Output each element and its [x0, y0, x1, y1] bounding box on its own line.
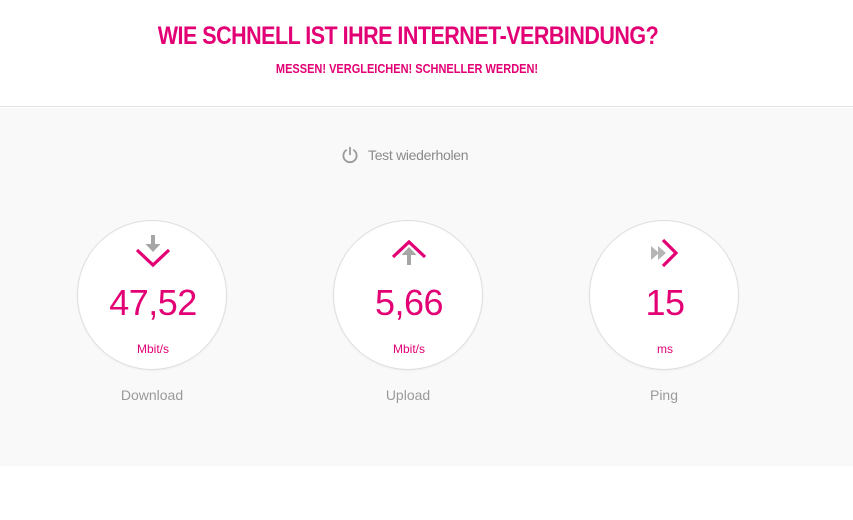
metric-upload: 5,66 Mbit/s Upload	[333, 220, 483, 520]
results-area: Test wiederholen 47,52 Mbit/s Download 5…	[0, 108, 853, 466]
metric-ping: 15 ms Ping	[589, 220, 739, 520]
metric-unit: ms	[657, 342, 673, 356]
metric-value: 47,52	[109, 282, 197, 323]
page-subtitle: MESSEN! VERGLEICHEN! SCHNELLER WERDEN!	[275, 62, 539, 76]
metric-circle: 15 ms	[589, 220, 739, 370]
metric-unit: Mbit/s	[392, 342, 425, 356]
power-icon	[342, 146, 358, 164]
ping-icon	[651, 238, 679, 268]
page-title: WIE SCHNELL IST IHRE INTERNET-VERBINDUNG…	[157, 22, 659, 50]
metric-value: 15	[645, 282, 685, 323]
metric-label: Download	[120, 387, 184, 403]
page-header: WIE SCHNELL IST IHRE INTERNET-VERBINDUNG…	[0, 0, 853, 107]
metric-download: 47,52 Mbit/s Download	[77, 220, 227, 520]
metric-unit: Mbit/s	[136, 342, 169, 356]
metric-circle: 47,52 Mbit/s	[77, 220, 227, 370]
metric-label: Upload	[385, 387, 431, 403]
metric-circle: 5,66 Mbit/s	[333, 220, 483, 370]
repeat-test-label: Test wiederholen	[368, 147, 469, 163]
download-icon	[135, 235, 171, 268]
metric-label: Ping	[649, 387, 679, 403]
upload-icon	[391, 239, 427, 265]
metric-value: 5,66	[374, 282, 444, 323]
repeat-test-button[interactable]: Test wiederholen	[341, 145, 469, 165]
